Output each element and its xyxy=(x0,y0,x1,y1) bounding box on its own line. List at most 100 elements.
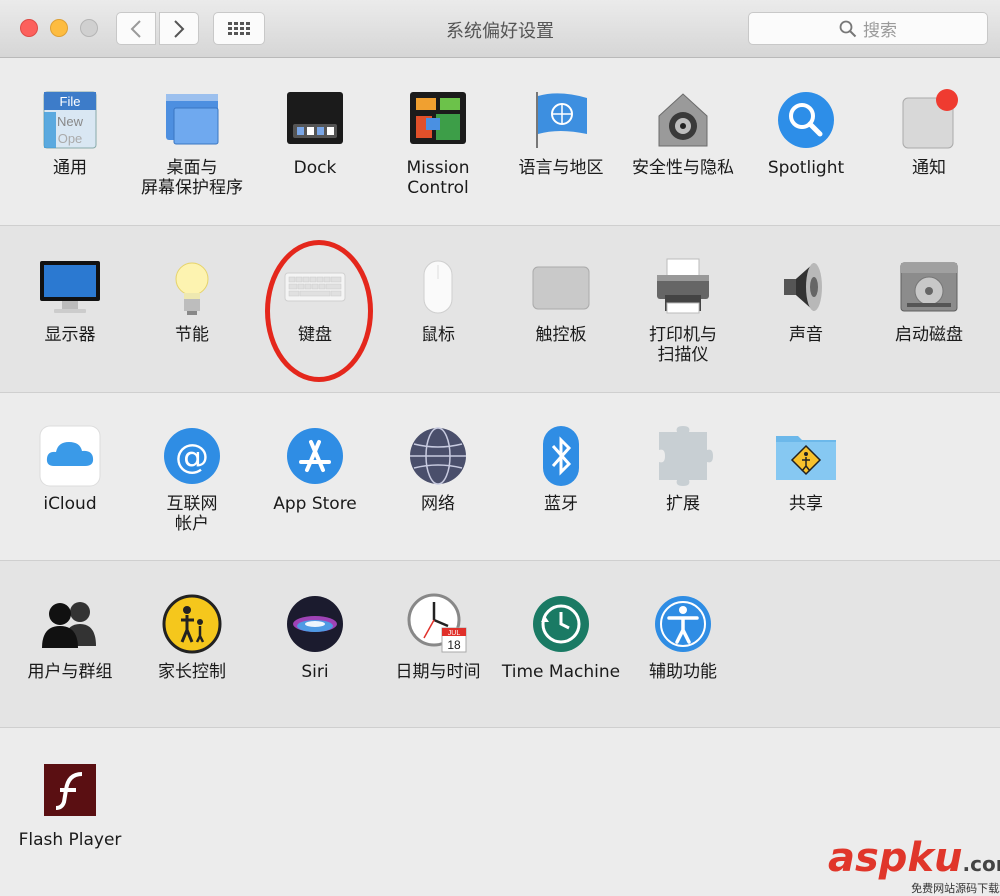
pref-pane-label: 桌面与 屏幕保护程序 xyxy=(141,158,243,198)
pref-pane-trackpad[interactable]: 触控板 xyxy=(500,255,622,345)
sound-icon xyxy=(774,255,838,319)
pref-pane-internet-accounts[interactable]: @ 互联网 帐户 xyxy=(131,424,253,534)
dock-icon xyxy=(283,88,347,152)
pref-pane-energy-saver[interactable]: 节能 xyxy=(131,255,253,345)
pref-pane-network[interactable]: 网络 xyxy=(377,424,499,514)
network-icon xyxy=(406,424,470,488)
displays-icon xyxy=(38,255,102,319)
pref-pane-security-privacy[interactable]: 安全性与隐私 xyxy=(622,88,744,178)
pref-pane-parental-controls[interactable]: 家长控制 xyxy=(131,592,253,682)
pref-pane-sound[interactable]: 声音 xyxy=(745,255,867,345)
pref-pane-label: 日期与时间 xyxy=(395,662,481,682)
pref-pane-accessibility[interactable]: 辅助功能 xyxy=(622,592,744,682)
pref-pane-spotlight[interactable]: Spotlight xyxy=(745,88,867,178)
search-field[interactable]: 搜索 xyxy=(748,12,988,45)
sharing-icon xyxy=(774,424,838,488)
search-icon xyxy=(839,20,857,37)
pref-pane-label: Mission Control xyxy=(406,158,470,198)
pref-pane-extensions[interactable]: 扩展 xyxy=(622,424,744,514)
pref-pane-label: 节能 xyxy=(175,325,209,345)
mission-control-icon xyxy=(406,88,470,152)
watermark: aspku.com 免费网站源码下载站! xyxy=(828,835,1000,895)
svg-text:JUL: JUL xyxy=(448,630,461,637)
pref-pane-label: iCloud xyxy=(43,494,97,514)
chevron-left-icon xyxy=(130,19,141,38)
pref-pane-siri[interactable]: Siri xyxy=(254,592,376,682)
back-button[interactable] xyxy=(116,12,156,45)
pref-pane-label: Siri xyxy=(301,662,329,682)
zoom-button[interactable] xyxy=(80,19,98,37)
pref-pane-flash-player[interactable]: Flash Player xyxy=(9,760,131,850)
svg-text:Ope: Ope xyxy=(58,131,83,146)
forward-button[interactable] xyxy=(159,12,199,45)
pref-pane-date-time[interactable]: JUL 18 日期与时间 xyxy=(377,592,499,682)
internet-accounts-icon: @ xyxy=(160,424,224,488)
pref-pane-bluetooth[interactable]: 蓝牙 xyxy=(500,424,622,514)
flash-player-icon xyxy=(38,760,102,824)
pref-pane-printer-scanner[interactable]: 打印机与 扫描仪 xyxy=(622,255,744,365)
svg-text:18: 18 xyxy=(447,638,461,652)
pref-pane-label: 共享 xyxy=(789,494,823,514)
pref-pane-icloud[interactable]: iCloud xyxy=(9,424,131,514)
pref-pane-label: Dock xyxy=(293,158,337,178)
pref-pane-desktop-screensaver[interactable]: 桌面与 屏幕保护程序 xyxy=(131,88,253,198)
pref-pane-time-machine[interactable]: Time Machine xyxy=(500,592,622,682)
desktop-screensaver-icon xyxy=(160,88,224,152)
svg-text:New: New xyxy=(57,114,84,129)
app-store-icon xyxy=(283,424,347,488)
pref-pane-users-groups[interactable]: 用户与群组 xyxy=(9,592,131,682)
pref-pane-label: 安全性与隐私 xyxy=(632,158,734,178)
pref-pane-label: 通知 xyxy=(912,158,946,178)
svg-text:File: File xyxy=(60,94,81,109)
search-placeholder: 搜索 xyxy=(863,21,897,41)
pref-pane-mouse[interactable]: 鼠标 xyxy=(377,255,499,345)
pref-pane-language-region[interactable]: 语言与地区 xyxy=(500,88,622,178)
pref-pane-app-store[interactable]: App Store xyxy=(254,424,376,514)
pref-pane-displays[interactable]: 显示器 xyxy=(9,255,131,345)
pref-pane-label: Time Machine xyxy=(501,662,621,682)
spotlight-icon xyxy=(774,88,838,152)
pref-pane-label: 触控板 xyxy=(535,325,587,345)
minimize-button[interactable] xyxy=(50,19,68,37)
system-preferences-window: 系统偏好设置 搜索 File New Ope 通用 桌面与 屏幕保护程序 Dock Miss… xyxy=(0,0,1000,895)
pref-pane-label: Flash Player xyxy=(18,830,122,850)
pref-pane-label: App Store xyxy=(273,494,357,514)
pref-pane-label: 启动磁盘 xyxy=(895,325,963,345)
pref-pane-label: 语言与地区 xyxy=(518,158,604,178)
pref-pane-label: 声音 xyxy=(789,325,823,345)
general-icon: File New Ope xyxy=(38,88,102,152)
chevron-right-icon xyxy=(174,19,185,38)
pref-pane-startup-disk[interactable]: 启动磁盘 xyxy=(868,255,990,345)
grid-icon xyxy=(228,21,250,35)
date-time-icon: JUL 18 xyxy=(406,592,470,656)
pref-pane-mission-control[interactable]: Mission Control xyxy=(377,88,499,198)
notifications-icon xyxy=(897,88,961,152)
pref-pane-general[interactable]: File New Ope 通用 xyxy=(9,88,131,178)
pref-pane-label: Spotlight xyxy=(767,158,845,178)
keyboard-highlight-circle xyxy=(265,240,373,382)
pref-pane-label: 辅助功能 xyxy=(649,662,717,682)
pref-pane-label: 显示器 xyxy=(44,325,96,345)
window-title: 系统偏好设置 xyxy=(446,21,554,42)
close-button[interactable] xyxy=(20,19,38,37)
mouse-icon xyxy=(406,255,470,319)
language-region-icon xyxy=(529,88,593,152)
energy-saver-icon xyxy=(160,255,224,319)
pref-pane-notifications[interactable]: 通知 xyxy=(868,88,990,178)
pref-pane-label: 通用 xyxy=(53,158,87,178)
startup-disk-icon xyxy=(897,255,961,319)
pref-pane-sharing[interactable]: 共享 xyxy=(745,424,867,514)
pref-pane-label: 用户与群组 xyxy=(27,662,113,682)
printer-scanner-icon xyxy=(651,255,715,319)
pref-pane-label: 家长控制 xyxy=(158,662,226,682)
parental-controls-icon xyxy=(160,592,224,656)
pref-pane-label: 打印机与 扫描仪 xyxy=(649,325,717,365)
show-all-button[interactable] xyxy=(213,12,265,45)
bluetooth-icon xyxy=(529,424,593,488)
pref-pane-label: 互联网 帐户 xyxy=(166,494,218,534)
watermark-brand: aspku xyxy=(828,835,963,881)
svg-text:@: @ xyxy=(175,437,209,477)
pref-pane-dock[interactable]: Dock xyxy=(254,88,376,178)
pref-pane-label: 扩展 xyxy=(666,494,700,514)
accessibility-icon xyxy=(651,592,715,656)
